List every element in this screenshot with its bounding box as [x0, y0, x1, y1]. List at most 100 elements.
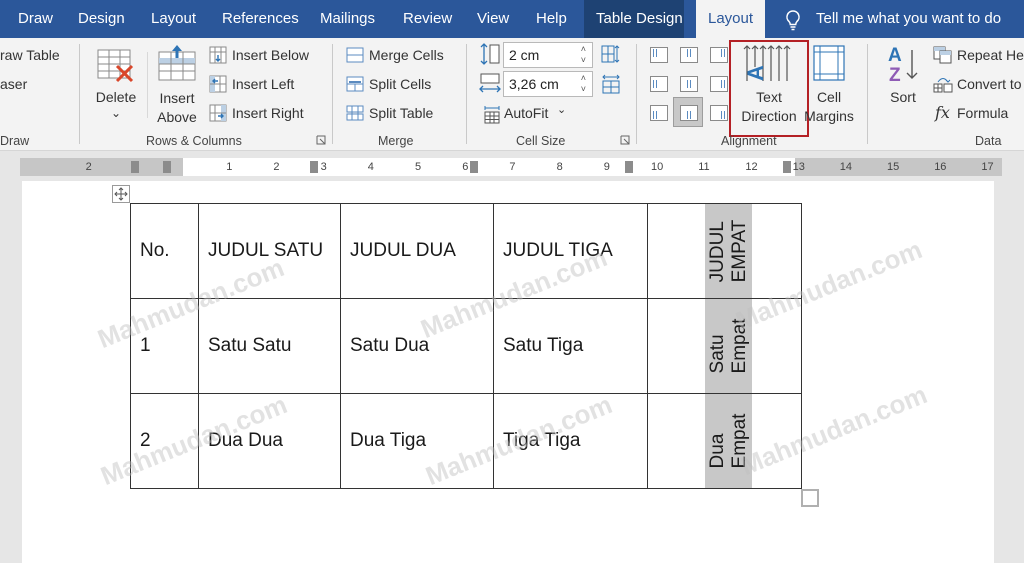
formula-label: Formula [957, 105, 1009, 121]
insert-right-icon [209, 104, 227, 122]
spin-arrows-icon[interactable]: ˄ ˅ [581, 73, 586, 95]
align-cell-button[interactable] [680, 47, 698, 63]
convert-to-text-button[interactable]: Convert to [933, 74, 1024, 96]
table-cell[interactable]: Satu Tiga [493, 298, 648, 394]
column-marker[interactable] [163, 161, 171, 173]
align-lines-icon [721, 80, 725, 88]
tab-design[interactable]: Design [70, 0, 133, 38]
word-window: Draw Design Layout References Mailings R… [0, 0, 1024, 563]
table-cell[interactable]: JUDUL EMPAT [647, 203, 802, 299]
selected-cell-highlight: Dua Empat [705, 394, 752, 488]
cell-margins-icon [813, 45, 845, 81]
tab-references[interactable]: References [214, 0, 307, 38]
row-height-input[interactable]: 2 cm ˄ ˅ [503, 42, 593, 68]
insert-left-button[interactable]: Insert Left [207, 74, 322, 96]
table-cell[interactable]: Tiga Tiga [493, 393, 648, 489]
table-move-handle[interactable] [112, 185, 130, 203]
column-marker[interactable] [470, 161, 478, 173]
merge-cells-button[interactable]: Merge Cells [344, 45, 454, 67]
column-marker[interactable] [783, 161, 791, 173]
align-cell-button[interactable] [710, 47, 728, 63]
table-row: 1 Satu Satu Satu Dua Satu Tiga Satu Empat [130, 298, 802, 394]
table-cell[interactable]: Satu Empat [647, 298, 802, 394]
align-cell-button[interactable] [710, 105, 728, 121]
formula-button[interactable]: fx Formula [933, 103, 1024, 125]
ruler-tick-label: 13 [792, 161, 805, 173]
align-cell-button[interactable] [650, 47, 668, 63]
cell-text: Dua Tiga [350, 430, 427, 451]
cell-text: Satu Dua [350, 335, 430, 356]
table-cell[interactable]: Dua Dua [198, 393, 341, 489]
table-cell[interactable]: JUDUL SATU [198, 203, 341, 299]
align-cell-button[interactable] [650, 76, 668, 92]
table-cell[interactable]: Dua Tiga [340, 393, 494, 489]
table-cell[interactable]: Satu Satu [198, 298, 341, 394]
vertical-cell-text: Satu Empat [707, 319, 751, 374]
ruler-track[interactable]: 21123456789101112131415161718 [20, 158, 1002, 176]
distribute-rows-icon[interactable] [601, 44, 621, 64]
align-cell-button[interactable] [710, 76, 728, 92]
sort-button[interactable]: A Z Sort [881, 43, 925, 129]
group-label-merge: Merge [378, 134, 414, 148]
distribute-columns-icon[interactable] [601, 74, 621, 94]
sort-icon: A Z [888, 45, 918, 84]
horizontal-ruler[interactable]: 21123456789101112131415161718 [0, 151, 1024, 181]
vertical-scroll-area[interactable] [994, 181, 1024, 563]
tab-review[interactable]: Review [395, 0, 460, 38]
insert-above-button[interactable]: Insert Above [152, 44, 202, 130]
align-lines-icon [687, 111, 691, 119]
align-cell-button[interactable] [680, 76, 698, 92]
tab-help[interactable]: Help [528, 0, 575, 38]
tab-table-layout[interactable]: Layout [696, 0, 765, 38]
table-resize-handle[interactable] [801, 489, 819, 507]
svg-text:A: A [888, 45, 902, 66]
insert-below-button[interactable]: Insert Below [207, 45, 322, 67]
align-lines-icon [721, 49, 725, 57]
insert-above-label-2: Above [157, 109, 197, 125]
split-cells-label: Split Cells [369, 76, 432, 92]
align-lines-icon [653, 49, 657, 57]
table-cell[interactable]: Dua Empat [647, 393, 802, 489]
cell-text: No. [140, 240, 170, 261]
insert-left-label: Insert Left [232, 76, 295, 92]
cell-text: JUDUL TIGA [503, 240, 613, 261]
spin-arrows-icon[interactable]: ˄ ˅ [581, 44, 586, 66]
tab-layout[interactable]: Layout [143, 0, 204, 38]
rows-columns-dialog-launcher-icon[interactable] [316, 135, 327, 146]
tab-draw[interactable]: Draw [10, 0, 61, 38]
ruler-tick-label: 16 [934, 161, 947, 173]
tab-view[interactable]: View [469, 0, 517, 38]
split-cells-button[interactable]: Split Cells [344, 74, 454, 96]
delete-button[interactable]: Delete ⌄ [90, 46, 142, 126]
tab-mailings[interactable]: Mailings [312, 0, 383, 38]
text-direction-button[interactable]: A Text Direction [733, 43, 805, 129]
cell-margins-button[interactable]: Cell Margins [804, 43, 854, 129]
insert-right-button[interactable]: Insert Right [207, 103, 322, 125]
column-width-input[interactable]: 3,26 cm ˄ ˅ [503, 71, 593, 97]
autofit-button[interactable]: AutoFit ⌄ [480, 102, 570, 126]
tab-table-design[interactable]: Table Design [584, 0, 684, 38]
draw-table-button[interactable]: raw Table [0, 47, 60, 63]
repeat-header-rows-button[interactable]: Repeat He [933, 45, 1024, 67]
align-cell-button[interactable] [650, 105, 668, 121]
chevron-down-icon: ⌄ [557, 104, 567, 116]
table-cell[interactable]: No. [130, 203, 199, 299]
column-marker[interactable] [131, 161, 139, 173]
align-lines-icon [687, 80, 691, 88]
cell-text: 1 [140, 335, 151, 356]
align-lines-icon [653, 80, 657, 88]
align-lines-icon [653, 111, 657, 119]
table-cell[interactable]: 1 [130, 298, 199, 394]
cell-size-dialog-launcher-icon[interactable] [620, 135, 631, 146]
table-cell[interactable]: 2 [130, 393, 199, 489]
group-separator [466, 44, 467, 144]
table-cell[interactable]: Satu Dua [340, 298, 494, 394]
split-table-button[interactable]: Split Table [344, 103, 454, 125]
column-marker[interactable] [625, 161, 633, 173]
table-cell[interactable]: JUDUL DUA [340, 203, 494, 299]
align-cell-button[interactable] [680, 105, 698, 121]
table-cell[interactable]: JUDUL TIGA [493, 203, 648, 299]
column-marker[interactable] [310, 161, 318, 173]
eraser-button[interactable]: aser [0, 76, 27, 92]
ruler-tick-label: 3 [320, 161, 327, 173]
